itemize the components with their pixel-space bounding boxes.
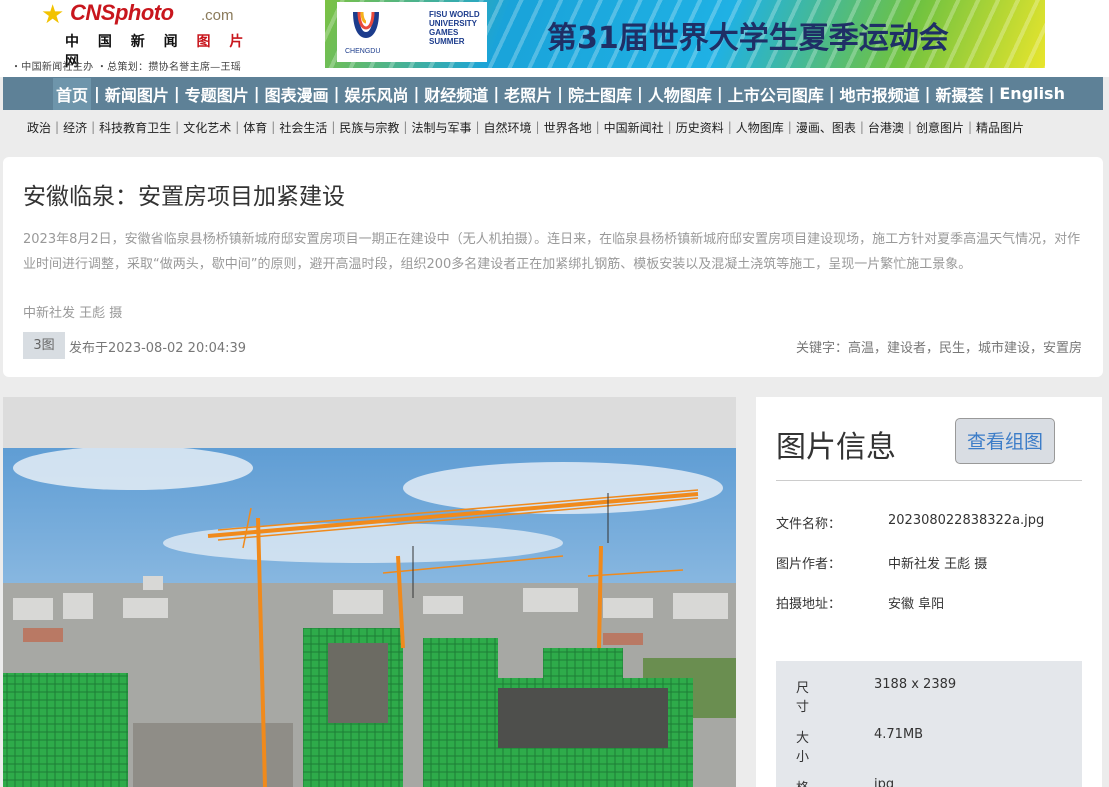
subnav-item-featured[interactable]: 精品图片 (976, 119, 1024, 136)
subnav-separator: | (331, 120, 336, 134)
nav-item-charts-cartoons[interactable]: 图表漫画 (263, 82, 331, 106)
banner-city: CHENGDU (345, 48, 381, 55)
subnav-item-culture-arts[interactable]: 文化艺术 (183, 119, 231, 136)
nav-item-home[interactable]: 首页 (53, 77, 92, 110)
info-key: 拍摄地址： (776, 597, 842, 612)
nav-separator: | (333, 84, 340, 103)
logo-tagline: ・中国新闻社主办 ・总策划：攒协名誉主席—王瑶 (11, 62, 242, 73)
nav-separator: | (413, 84, 420, 103)
subnav-separator: | (967, 120, 972, 134)
nav-item-people[interactable]: 人物图库 (646, 82, 714, 106)
nav-item-old-photos[interactable]: 老照片 (502, 82, 554, 106)
nav-item-city-papers[interactable]: 地市报频道 (838, 82, 922, 106)
universiade-banner[interactable]: CHENGDU FISU WORLD UNIVERSITY GAMES SUMM… (325, 0, 1045, 68)
nav-item-english[interactable]: English (997, 84, 1067, 103)
subnav-separator: | (727, 120, 732, 134)
divider (776, 480, 1082, 481)
subnav-separator: | (175, 120, 180, 134)
article-description: 2023年8月2日，安徽省临泉县杨桥镇新城府邸安置房项目一期正在建设中（无人机拍… (23, 232, 1081, 272)
subnav-item-history[interactable]: 历史资料 (676, 119, 724, 136)
article-title: 安徽临泉：安置房项目加紧建设 (23, 184, 345, 210)
spec-value: 3188 x 2389 (874, 677, 957, 692)
subnav-item-cns[interactable]: 中国新闻社 (604, 119, 664, 136)
keywords[interactable]: 关键字：高温，建设者，民生，城市建设，安置房 (796, 337, 1082, 356)
star-icon: ★ (41, 0, 65, 30)
subnav-item-society[interactable]: 社会生活 (279, 119, 327, 136)
spec-value: 4.71MB (874, 727, 924, 742)
chengdu-universiade-mark-icon (353, 11, 379, 38)
photo-viewer[interactable] (3, 397, 736, 787)
subnav-separator: | (859, 120, 864, 134)
spec-key: 大小 (796, 731, 810, 765)
info-value: 中新社发 王彪 摄 (888, 557, 988, 572)
subnav-item-economy[interactable]: 经济 (63, 119, 87, 136)
nav-separator: | (828, 84, 835, 103)
spec-key: 尺寸 (796, 681, 810, 715)
nav-separator: | (988, 84, 995, 103)
category-nav: 政治 | 经济 | 科技教育卫生 | 文化艺术 | 体育 | 社会生活 | 民族… (27, 117, 1024, 137)
nav-separator: | (924, 84, 931, 103)
nav-separator: | (637, 84, 643, 103)
subnav-item-sports[interactable]: 体育 (243, 119, 267, 136)
logo-dotcom: .com (201, 7, 234, 24)
nav-item-news-photos[interactable]: 新闻图片 (103, 82, 171, 106)
subnav-item-politics[interactable]: 政治 (27, 119, 51, 136)
subnav-item-cartoons-charts[interactable]: 漫画、图表 (796, 119, 856, 136)
nav-separator: | (253, 84, 260, 103)
banner-fisu-text: FISU WORLD UNIVERSITY GAMES SUMMER (429, 10, 480, 46)
subnav-separator: | (535, 120, 540, 134)
nav-item-listed-companies[interactable]: 上市公司图库 (726, 82, 826, 106)
subnav-item-world[interactable]: 世界各地 (544, 119, 592, 136)
banner-logo-panel: CHENGDU FISU WORLD UNIVERSITY GAMES SUMM… (337, 2, 487, 62)
nav-item-finance[interactable]: 财经频道 (422, 82, 490, 106)
nav-item-new-photographers[interactable]: 新摄荟 (933, 82, 985, 106)
nav-separator: | (94, 84, 100, 103)
photo-count-badge[interactable]: 3图 (23, 332, 65, 359)
info-value: 202308022838322a.jpg (888, 513, 1045, 528)
spec-key: 格式 (796, 777, 809, 787)
subnav-separator: | (595, 120, 600, 134)
nav-item-features[interactable]: 专题图片 (183, 82, 251, 106)
photo-info-title: 图片信息 (776, 430, 896, 465)
subnav-separator: | (271, 120, 276, 134)
nav-separator: | (173, 84, 180, 103)
main-nav: 首页 | 新闻图片 | 专题图片 | 图表漫画 | 娱乐风尚 | 财经频道 | … (3, 77, 1103, 110)
publish-time: 发布于2023-08-02 20:04:39 (69, 341, 247, 356)
logo-brand: CNSphoto (70, 0, 174, 25)
subnav-separator: | (475, 120, 480, 134)
banner-title: 第31届世界大学生夏季运动会 (547, 21, 949, 56)
article-credit: 中新社发 王彪 摄 (23, 306, 123, 321)
article-card: 安徽临泉：安置房项目加紧建设 2023年8月2日，安徽省临泉县杨桥镇新城府邸安置… (3, 157, 1103, 377)
spec-value: jpg (874, 777, 895, 787)
subnav-separator: | (787, 120, 792, 134)
nav-separator: | (557, 84, 564, 103)
subnav-item-law-military[interactable]: 法制与军事 (411, 119, 471, 136)
subnav-separator: | (907, 120, 912, 134)
subnav-separator: | (235, 120, 240, 134)
subnav-item-ethnicity-religion[interactable]: 民族与宗教 (339, 119, 399, 136)
info-key: 文件名称： (776, 517, 842, 532)
photo-info-panel: 图片信息 查看组图 文件名称： 202308022838322a.jpg 图片作… (756, 397, 1102, 787)
nav-item-entertainment[interactable]: 娱乐风尚 (342, 82, 410, 106)
view-gallery-button[interactable]: 查看组图 (955, 418, 1055, 464)
site-logo[interactable]: ★ CNSphoto .com 中 国 新 闻 图 片 网 ・中国新闻社主办 ・… (3, 0, 269, 77)
subnav-separator: | (55, 120, 60, 134)
subnav-item-science-education-health[interactable]: 科技教育卫生 (99, 119, 171, 136)
subnav-item-people[interactable]: 人物图库 (736, 119, 784, 136)
nav-separator: | (716, 84, 723, 103)
photo-spec-box: 尺寸 3188 x 2389 大小 4.71MB 格式 jpg (776, 661, 1082, 787)
info-value: 安徽 阜阳 (888, 597, 945, 612)
subnav-item-creative[interactable]: 创意图片 (916, 119, 964, 136)
nav-item-academicians[interactable]: 院士图库 (566, 82, 634, 106)
header: ★ CNSphoto .com 中 国 新 闻 图 片 网 ・中国新闻社主办 ・… (0, 0, 1109, 77)
subnav-item-nature[interactable]: 自然环境 (484, 119, 532, 136)
info-key: 图片作者： (776, 557, 842, 572)
subnav-separator: | (403, 120, 408, 134)
subnav-separator: | (91, 120, 96, 134)
subnav-separator: | (667, 120, 672, 134)
nav-separator: | (493, 84, 500, 103)
construction-photo[interactable] (3, 448, 736, 787)
subnav-item-hk-macao-taiwan[interactable]: 台港澳 (868, 119, 904, 136)
